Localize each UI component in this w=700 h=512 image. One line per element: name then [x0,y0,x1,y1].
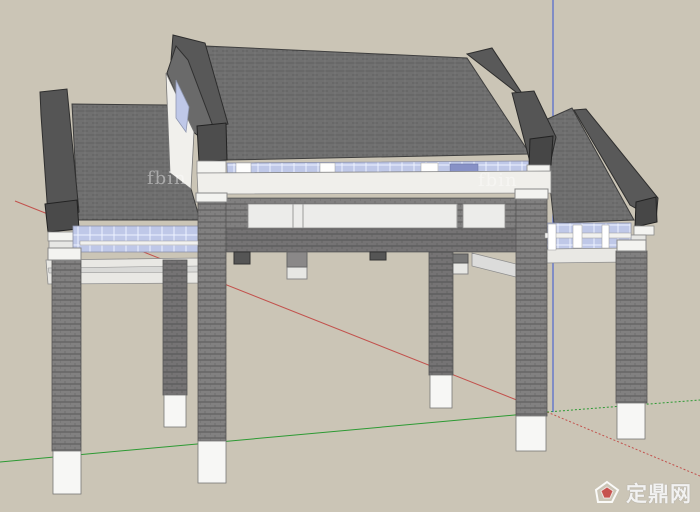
sketchup-viewport[interactable]: fbin fbin 定鼎网 [0,0,700,512]
brand-watermark: 定鼎网 [594,478,692,508]
brand-text: 定鼎网 [626,482,692,506]
brand-logo-icon [594,480,620,503]
watermark-mid: fbin [478,170,518,191]
watermark-left: fbin [147,168,187,189]
main-roof [166,34,557,176]
pavilion-model[interactable] [0,0,700,512]
green-axis [0,411,548,463]
